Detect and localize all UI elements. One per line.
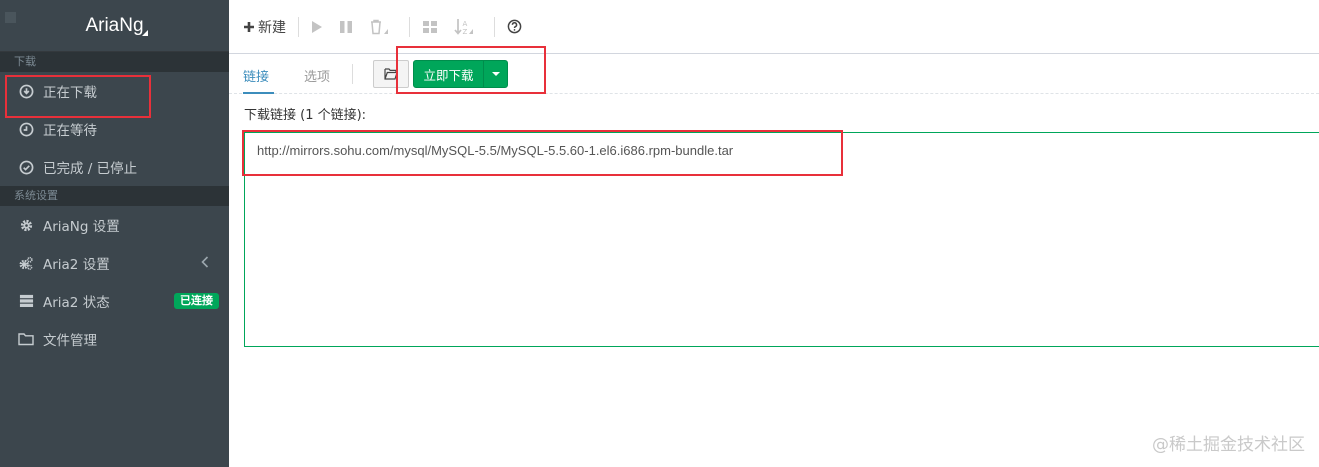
toolbar: 新建 AZ [229,0,1319,54]
new-task-tabs: 链接 选项 立即下载 [229,54,1319,94]
sidebar-item-aria2-settings[interactable]: Aria2 设置 [0,244,229,282]
gear-icon [18,217,34,233]
chevron-left-icon [201,256,209,272]
tab-link[interactable]: 链接 [243,66,269,85]
sidebar: AriaNg 下载 正在下载 正在等待 已完成 / 已停止 系统设置 AriaN… [0,0,229,467]
section-header-downloads: 下载 [0,52,229,72]
sidebar-item-file-manager[interactable]: 文件管理 [0,320,229,358]
folder-icon [18,331,34,347]
brand-caret-icon [142,30,148,36]
gears-icon [18,255,34,271]
help-icon[interactable] [507,19,522,34]
svg-text:Z: Z [463,28,468,36]
sidebar-item-label: Aria2 状态 [43,295,110,311]
check-circle-icon [18,159,34,175]
section-header-settings: 系统设置 [0,186,229,206]
grid-icon[interactable] [422,20,438,34]
highlight-box-url [242,130,843,176]
sidebar-item-label: 文件管理 [43,333,97,349]
watermark: @稀土掘金技术社区 [1152,435,1305,455]
new-task-button[interactable]: 新建 [243,17,286,37]
server-icon [18,293,34,309]
toolbar-divider [494,16,495,37]
app-title: AriaNg [85,14,144,36]
highlight-box-downloading [5,75,151,118]
brand[interactable]: AriaNg [0,0,229,52]
trash-icon[interactable] [369,19,389,35]
clock-icon [18,121,34,137]
status-badge: 已连接 [174,293,219,309]
toolbar-divider [298,16,299,37]
sidebar-item-label: Aria2 设置 [43,257,110,273]
tabs-divider [352,64,353,84]
new-task-label: 新建 [258,19,286,36]
sidebar-item-label: 已完成 / 已停止 [43,161,138,177]
toolbar-divider [409,16,410,37]
sidebar-item-label: AriaNg 设置 [43,219,120,235]
sidebar-item-aria2-status[interactable]: Aria2 状态 已连接 [0,282,229,320]
highlight-box-download-now [396,46,546,94]
svg-text:A: A [463,20,468,28]
url-field-label: 下载链接 (1 个链接): [244,108,367,123]
play-icon[interactable] [311,20,323,34]
sort-icon[interactable]: AZ [454,18,474,36]
tab-options[interactable]: 选项 [304,66,330,85]
corner-square [5,12,16,23]
active-tab-indicator [243,92,274,94]
sidebar-item-stopped[interactable]: 已完成 / 已停止 [0,148,229,186]
pause-icon[interactable] [339,20,353,34]
sidebar-item-ariang-settings[interactable]: AriaNg 设置 [0,206,229,244]
plus-icon [243,21,255,33]
sidebar-item-label: 正在等待 [43,123,97,139]
